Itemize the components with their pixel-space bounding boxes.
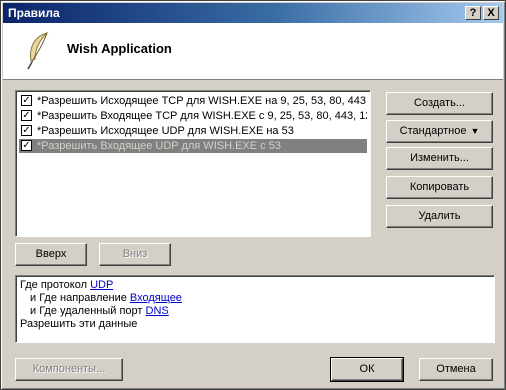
description-line: и Где направление Входящее	[30, 292, 182, 304]
ok-button[interactable]: ОК	[330, 357, 404, 382]
title-bar[interactable]: Правила ? X	[3, 3, 503, 23]
remote-port-link[interactable]: DNS	[146, 305, 169, 317]
triangle-down-icon: ▼	[470, 126, 480, 136]
feather-icon	[27, 31, 49, 70]
rule-checkbox[interactable]: ✓	[21, 110, 32, 121]
move-up-button[interactable]: Вверх	[15, 243, 87, 266]
rule-item[interactable]: ✓ *Разрешить Исходящее UDP для WISH.EXE …	[19, 124, 367, 138]
close-button[interactable]: X	[483, 6, 499, 20]
description-line: Разрешить эти данные	[20, 318, 138, 330]
rule-label: *Разрешить Исходящее TCP для WISH.EXE на…	[37, 95, 367, 107]
help-button[interactable]: ?	[465, 6, 481, 20]
rule-checkbox[interactable]: ✓	[21, 140, 32, 151]
rules-list[interactable]: ✓ *Разрешить Исходящее TCP для WISH.EXE …	[15, 90, 371, 237]
rules-dialog: Правила ? X Wish Application ✓ *Разрешит…	[0, 0, 506, 390]
rule-checkbox[interactable]: ✓	[21, 125, 32, 136]
rule-label: *Разрешить Входящее UDP для WISH.EXE с 5…	[37, 140, 281, 152]
move-down-button[interactable]: Вниз	[99, 243, 171, 266]
rule-description: Где протокол UDP и Где направление Входя…	[15, 275, 495, 343]
rule-label: *Разрешить Исходящее UDP для WISH.EXE на…	[37, 125, 294, 137]
cancel-button[interactable]: Отмена	[419, 358, 493, 381]
create-button[interactable]: Создать...	[386, 92, 493, 115]
rule-checkbox[interactable]: ✓	[21, 95, 32, 106]
components-button[interactable]: Компоненты...	[15, 358, 123, 381]
description-line: Где протокол UDP	[20, 279, 114, 291]
direction-link[interactable]: Входящее	[130, 292, 182, 304]
rule-item-selected[interactable]: ✓ *Разрешить Входящее UDP для WISH.EXE с…	[19, 139, 367, 153]
rule-item[interactable]: ✓ *Разрешить Исходящее TCP для WISH.EXE …	[19, 94, 367, 108]
standard-label: Стандартное	[399, 125, 467, 137]
rule-item[interactable]: ✓ *Разрешить Входящее TCP для WISH.EXE с…	[19, 109, 367, 123]
delete-button[interactable]: Удалить	[386, 205, 493, 228]
standard-dropdown-button[interactable]: Стандартное ▼	[386, 120, 493, 143]
description-line: и Где удаленный порт DNS	[30, 305, 169, 317]
application-name: Wish Application	[67, 41, 172, 56]
window-title: Правила	[8, 6, 60, 20]
protocol-link[interactable]: UDP	[90, 279, 113, 291]
header-panel: Wish Application	[3, 23, 503, 80]
rule-label: *Разрешить Входящее TCP для WISH.EXE с 9…	[37, 110, 367, 122]
edit-button[interactable]: Изменить...	[386, 147, 493, 170]
copy-button[interactable]: Копировать	[386, 176, 493, 199]
